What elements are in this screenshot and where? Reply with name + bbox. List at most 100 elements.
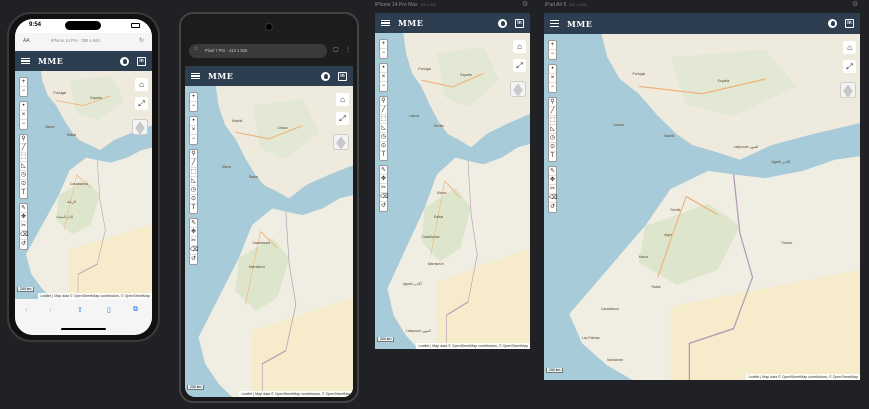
draw-tool-button[interactable]: T: [20, 189, 27, 198]
draw-tool-button[interactable]: ↺: [190, 255, 197, 264]
draw-tool-button[interactable]: ⇖: [190, 219, 197, 228]
layers-icon[interactable]: [840, 82, 856, 98]
draw-tool-button[interactable]: ⌫: [380, 193, 388, 202]
layers-icon[interactable]: [333, 134, 349, 150]
draw-tool-button[interactable]: ⌫: [549, 194, 557, 203]
fullscreen-icon[interactable]: ⤢: [513, 59, 526, 72]
draw-tool-button[interactable]: ◺: [549, 125, 556, 134]
brand-logo[interactable]: MME: [38, 56, 63, 66]
hamburger-menu-icon[interactable]: [381, 19, 390, 27]
map-container[interactable]: MME in + − • × − ⚲ ╱ ⬚ ◺ ◷ ⊙ T ⇖ ✥ ✂ ⌫ ↺ ⌂ ⤢ Lisboa Madrid Ma…: [185, 66, 353, 397]
brand-logo[interactable]: MME: [208, 71, 233, 81]
reload-icon[interactable]: ↻: [139, 37, 144, 44]
hamburger-menu-icon[interactable]: [21, 57, 30, 65]
settings-icon[interactable]: ⚙: [522, 0, 528, 8]
draw-tool-button[interactable]: ◺: [20, 162, 27, 171]
home-icon[interactable]: ⌂: [336, 93, 349, 106]
draw-tool-button[interactable]: ⬚: [190, 168, 197, 177]
zoom-in-button[interactable]: +: [20, 78, 27, 87]
back-icon[interactable]: ‹: [25, 305, 28, 314]
tabs-icon[interactable]: ⧉: [133, 306, 138, 314]
draw-tool-button[interactable]: •: [380, 64, 387, 73]
zoom-in-button[interactable]: +: [190, 93, 197, 102]
zoom-in-button[interactable]: +: [380, 40, 387, 49]
map-container[interactable]: MME in + − • × − ⚲ ╱ ⬚ ◺ ◷ ⊙ T ⇖ ✥ ✂ ⌫ ↺ ⌂ ⤢ España Portugal…: [15, 51, 152, 299]
draw-tool-button[interactable]: T: [380, 151, 387, 160]
draw-tool-button[interactable]: ⇖: [380, 166, 387, 175]
draw-tool-button[interactable]: ✂: [380, 184, 387, 193]
draw-tool-button[interactable]: •: [20, 102, 27, 111]
draw-tool-button[interactable]: ⚲: [190, 150, 197, 159]
home-nav-icon[interactable]: ⌂: [194, 46, 198, 52]
draw-tool-button[interactable]: ◺: [380, 124, 387, 133]
draw-tool-button[interactable]: ✂: [190, 237, 197, 246]
linkedin-icon[interactable]: in: [338, 71, 347, 81]
linkedin-icon[interactable]: in: [845, 19, 854, 28]
draw-tool-button[interactable]: ⊙: [549, 143, 556, 152]
draw-tool-button[interactable]: ×: [549, 74, 556, 83]
brand-logo[interactable]: MME: [398, 18, 423, 28]
zoom-out-button[interactable]: −: [190, 102, 197, 111]
map-attribution[interactable]: Leaflet | Map data © OpenStreetMap contr…: [239, 391, 353, 397]
draw-tool-button[interactable]: ✥: [190, 228, 197, 237]
draw-tool-button[interactable]: ⚲: [20, 135, 27, 144]
hamburger-menu-icon[interactable]: [550, 20, 559, 27]
draw-tool-button[interactable]: ◺: [190, 177, 197, 186]
zoom-out-button[interactable]: −: [549, 50, 556, 59]
draw-tool-button[interactable]: ⊙: [190, 195, 197, 204]
map-container[interactable]: MME in + − • × − ⚲ ╱ ⬚ ◺ ◷ ⊙ T ⇖ ✥ ✂ ⌫ ↺ ⌂ ⤢ España Portugal…: [544, 13, 860, 380]
map-attribution[interactable]: Leaflet | Map data © OpenStreetMap contr…: [746, 374, 860, 380]
draw-tool-button[interactable]: ◷: [380, 133, 387, 142]
draw-tool-button[interactable]: ×: [20, 111, 27, 120]
draw-tool-button[interactable]: ⊙: [380, 142, 387, 151]
chrome-address-bar[interactable]: ⌂ Pixel 7 Pro · 412 x 915: [189, 44, 327, 58]
url-text[interactable]: Pixel 7 Pro · 412 x 915: [205, 48, 247, 53]
tabs-count-icon[interactable]: ▢: [333, 46, 339, 53]
draw-tool-button[interactable]: T: [549, 152, 556, 161]
map-attribution[interactable]: Leaflet | Map data © OpenStreetMap contr…: [416, 343, 530, 349]
draw-tool-button[interactable]: −: [549, 83, 556, 92]
zoom-in-button[interactable]: +: [549, 41, 556, 50]
brand-logo[interactable]: MME: [567, 19, 592, 29]
layers-icon[interactable]: [132, 119, 148, 135]
draw-tool-button[interactable]: ⇖: [20, 204, 27, 213]
draw-tool-button[interactable]: ↺: [20, 240, 27, 249]
fullscreen-icon[interactable]: ⤢: [336, 112, 349, 125]
map-container[interactable]: MME in + − • × − ⚲ ╱ ⬚ ◺ ◷ ⊙ T ⇖ ✥ ✂ ⌫ ↺ ⌂ ⤢ España Portugal…: [375, 13, 530, 349]
text-size-button[interactable]: AA: [23, 38, 30, 44]
draw-tool-button[interactable]: •: [190, 117, 197, 126]
draw-tool-button[interactable]: ⬚: [380, 115, 387, 124]
draw-tool-button[interactable]: ×: [190, 126, 197, 135]
github-icon[interactable]: [828, 19, 837, 28]
draw-tool-button[interactable]: ✂: [549, 185, 556, 194]
draw-tool-button[interactable]: ⬚: [549, 116, 556, 125]
draw-tool-button[interactable]: ⬚: [20, 153, 27, 162]
home-icon[interactable]: ⌂: [843, 41, 856, 54]
draw-tool-button[interactable]: ✥: [20, 213, 27, 222]
draw-tool-button[interactable]: ⇖: [549, 167, 556, 176]
draw-tool-button[interactable]: ⌫: [20, 231, 28, 240]
linkedin-icon[interactable]: in: [515, 18, 524, 28]
draw-tool-button[interactable]: ◷: [190, 186, 197, 195]
github-icon[interactable]: [498, 18, 507, 28]
github-icon[interactable]: [321, 71, 330, 81]
draw-tool-button[interactable]: T: [190, 204, 197, 213]
draw-tool-button[interactable]: ╱: [20, 144, 27, 153]
overflow-menu-icon[interactable]: ⋮: [345, 46, 351, 53]
draw-tool-button[interactable]: ⚲: [380, 97, 387, 106]
github-icon[interactable]: [120, 56, 129, 66]
fullscreen-icon[interactable]: ⤢: [843, 60, 856, 73]
linkedin-icon[interactable]: in: [137, 56, 146, 66]
forward-icon[interactable]: ›: [49, 305, 52, 314]
draw-tool-button[interactable]: ↺: [549, 203, 556, 212]
url-text[interactable]: iPhone 14 Pro · 390 x 844: [51, 38, 100, 43]
draw-tool-button[interactable]: ✂: [20, 222, 27, 231]
draw-tool-button[interactable]: −: [20, 120, 27, 129]
draw-tool-button[interactable]: ✥: [549, 176, 556, 185]
draw-tool-button[interactable]: •: [549, 65, 556, 74]
fullscreen-icon[interactable]: ⤢: [135, 97, 148, 110]
settings-icon[interactable]: ⚙: [852, 0, 858, 8]
draw-tool-button[interactable]: ⊙: [20, 180, 27, 189]
bookmarks-icon[interactable]: ▯: [107, 306, 111, 314]
layers-icon[interactable]: [510, 81, 526, 97]
